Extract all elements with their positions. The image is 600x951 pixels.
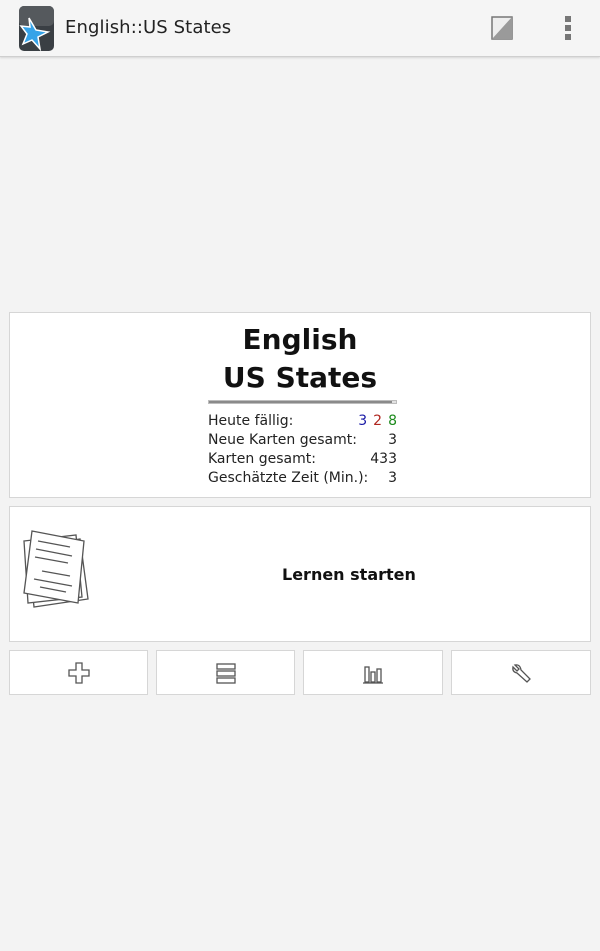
stat-cards-total-label: Karten gesamt: xyxy=(208,451,316,467)
action-bar: English::US States xyxy=(0,0,600,57)
stat-due-label: Heute fällig: xyxy=(208,413,294,429)
deck-path-title: English::US States xyxy=(65,17,232,38)
deck-title-parent: English xyxy=(242,323,358,356)
deck-progress-fill xyxy=(209,401,393,403)
start-studying-button[interactable]: Lernen starten xyxy=(9,506,591,642)
deck-stats: Heute fällig: 328 Neue Karten gesamt: 3 … xyxy=(208,412,397,488)
due-review-count: 8 xyxy=(388,413,397,429)
deck-options-button[interactable] xyxy=(451,650,591,695)
stat-est-time-value: 3 xyxy=(388,470,397,486)
stat-due-today: Heute fällig: 328 xyxy=(208,412,397,431)
wrench-icon xyxy=(512,663,531,683)
browse-cards-button[interactable] xyxy=(156,650,295,695)
stat-new-total-label: Neue Karten gesamt: xyxy=(208,432,357,448)
edit-note-button[interactable] xyxy=(482,8,522,48)
edit-note-icon xyxy=(491,16,513,40)
add-card-button[interactable] xyxy=(9,650,148,695)
cards-stack-icon xyxy=(20,527,100,619)
stat-est-time-label: Geschätzte Zeit (Min.): xyxy=(208,470,369,486)
stat-due-counts: 328 xyxy=(352,412,397,431)
add-icon xyxy=(67,661,90,684)
stat-new-total-value: 3 xyxy=(388,432,397,448)
deck-progress-bar xyxy=(208,400,397,404)
stat-cards-total-value: 433 xyxy=(370,451,397,467)
start-studying-label: Lernen starten xyxy=(282,565,416,584)
stat-cards-total: Karten gesamt: 433 xyxy=(208,450,397,469)
overflow-menu-button[interactable] xyxy=(550,8,586,48)
bar-chart-icon xyxy=(363,665,383,684)
stat-est-time: Geschätzte Zeit (Min.): 3 xyxy=(208,469,397,488)
overflow-menu-icon xyxy=(565,16,571,40)
deck-info-card: English US States Heute fällig: 328 Neue… xyxy=(9,312,591,498)
anki-star-icon[interactable] xyxy=(19,6,54,52)
list-icon xyxy=(215,662,236,684)
due-new-count: 3 xyxy=(358,413,368,429)
stat-new-total: Neue Karten gesamt: 3 xyxy=(208,431,397,450)
deck-title-name: US States xyxy=(222,361,378,394)
statistics-button[interactable] xyxy=(303,650,443,695)
due-learning-count: 2 xyxy=(373,413,383,429)
